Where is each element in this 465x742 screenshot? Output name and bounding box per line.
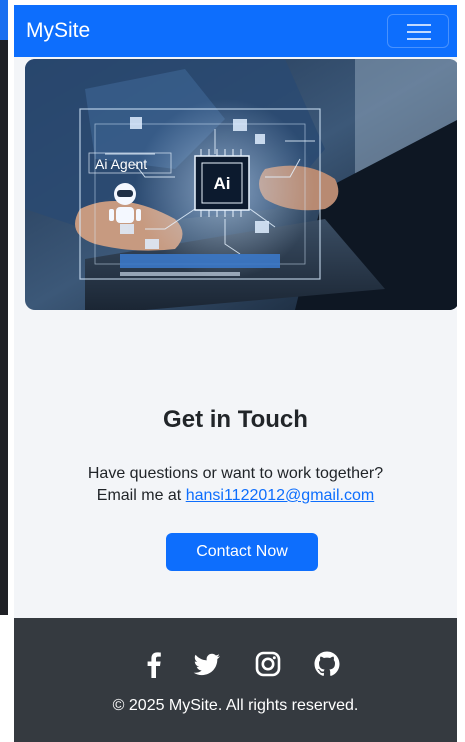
contact-section: Get in Touch Have questions or want to w… (14, 405, 457, 571)
contact-now-button[interactable]: Contact Now (166, 533, 318, 571)
ai-agent-label: Ai Agent (95, 156, 147, 172)
right-edge-strip (457, 0, 465, 742)
left-edge-accent (0, 0, 8, 40)
brand-logo[interactable]: MySite (26, 18, 90, 44)
contact-line1: Have questions or want to work together? (87, 465, 384, 482)
contact-line2-prefix: Email me at (96, 487, 182, 504)
email-link[interactable]: hansi1122012@gmail.com (186, 487, 375, 504)
chip-label: Ai (214, 174, 231, 193)
hero-illustration: Ai Ai Agent (25, 59, 457, 310)
navbar: MySite (14, 5, 457, 57)
left-edge-strip (0, 0, 8, 615)
hamburger-bar (407, 31, 431, 33)
navbar-toggler-button[interactable] (387, 14, 449, 48)
twitter-icon[interactable] (192, 649, 222, 679)
contact-text: Have questions or want to work together?… (26, 463, 446, 507)
hamburger-menu-icon (407, 24, 431, 26)
github-icon[interactable] (312, 649, 342, 679)
instagram-icon[interactable] (253, 649, 283, 679)
contact-title: Get in Touch (163, 406, 308, 433)
social-links (14, 649, 457, 679)
facebook-icon[interactable] (139, 649, 169, 679)
hero-image: Ai Ai Agent (25, 59, 457, 310)
page: MySite Ai Ai Agent Get in Touch Have que… (14, 5, 457, 742)
copyright-text: © 2025 MySite. All rights reserved. (112, 697, 359, 714)
footer: © 2025 MySite. All rights reserved. (14, 618, 457, 742)
hamburger-bar (407, 38, 431, 40)
